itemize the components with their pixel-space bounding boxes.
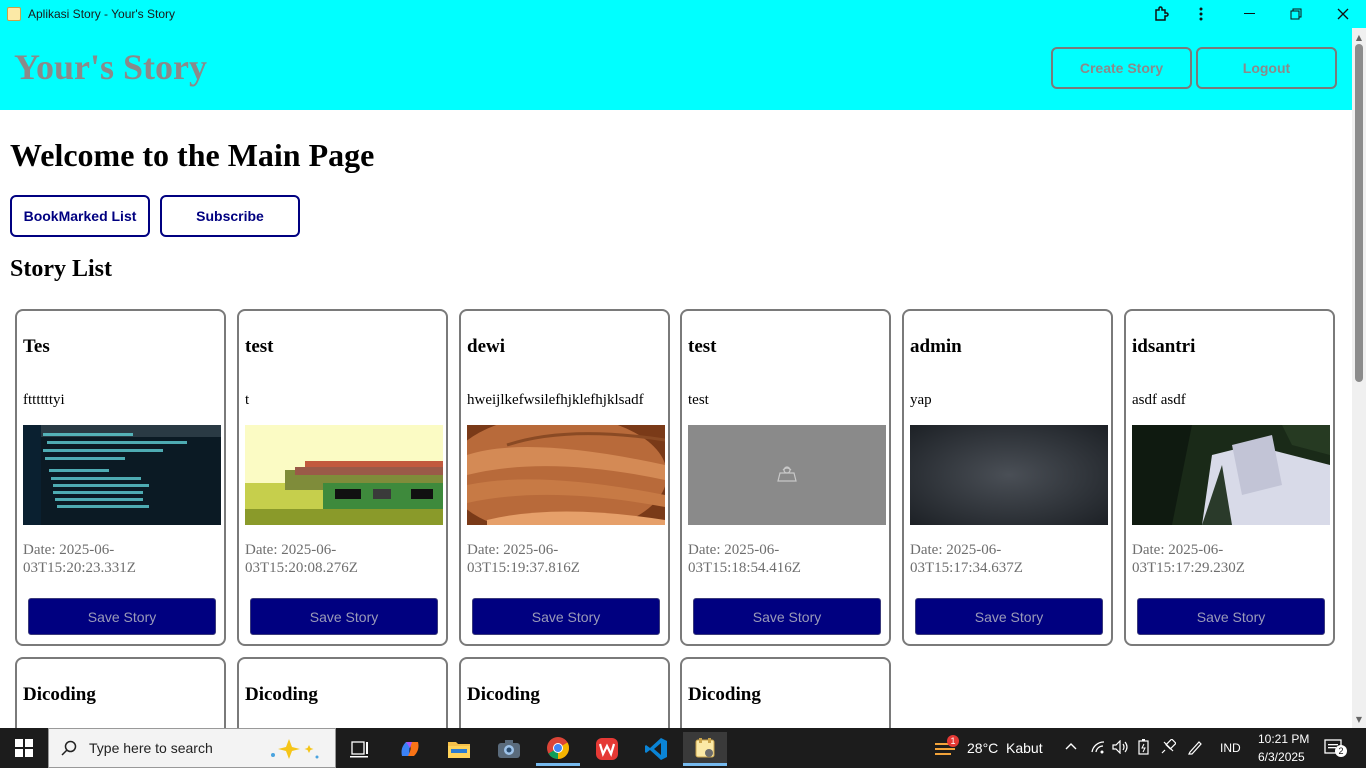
wps-office-icon[interactable] xyxy=(585,732,629,766)
story-image xyxy=(688,425,886,525)
scroll-down-icon[interactable]: ▼ xyxy=(1352,712,1366,726)
story-description: t xyxy=(245,392,250,408)
task-view-icon[interactable] xyxy=(338,732,382,766)
story-card: test test Date: 2025-06-03T15:18:54.416Z… xyxy=(680,309,891,646)
story-name: test xyxy=(688,336,717,357)
close-icon[interactable] xyxy=(1320,0,1366,28)
app-icon xyxy=(7,7,21,21)
minimize-icon[interactable] xyxy=(1227,0,1273,28)
story-name: dewi xyxy=(467,336,505,357)
windows-start-icon[interactable] xyxy=(0,728,48,768)
weather-temp: 28°C xyxy=(967,740,999,756)
story-card: admin yap Date: 2025-06-03T15:17:34.637Z… xyxy=(902,309,1113,646)
save-story-button[interactable]: Save Story xyxy=(915,598,1103,635)
chevron-up-icon[interactable] xyxy=(1064,740,1078,759)
story-date: Date: 2025-06-03T15:20:23.331Z xyxy=(23,542,136,576)
story-name: Dicoding xyxy=(23,684,96,705)
story-image xyxy=(245,425,443,525)
scroll-up-icon[interactable]: ▲ xyxy=(1352,30,1366,44)
wifi-icon[interactable] xyxy=(1090,740,1106,759)
story-date: Date: 2025-06-03T15:19:37.816Z xyxy=(467,542,580,576)
story-name: Dicoding xyxy=(245,684,318,705)
story-image xyxy=(910,425,1108,525)
battery-icon[interactable] xyxy=(1137,739,1151,760)
story-date: Date: 2025-06-03T15:17:29.230Z xyxy=(1132,542,1245,576)
notification-count: 2 xyxy=(1335,745,1347,757)
create-story-button[interactable]: Create Story xyxy=(1051,47,1192,89)
story-image xyxy=(1132,425,1330,525)
scroll-thumb[interactable] xyxy=(1355,44,1363,382)
copilot-icon[interactable] xyxy=(388,732,432,766)
speaker-icon[interactable] xyxy=(1112,739,1130,759)
story-card: Dicoding xyxy=(15,657,226,737)
clock-time[interactable]: 10:21 PM xyxy=(1258,732,1309,746)
story-name: test xyxy=(245,336,274,357)
story-name: Tes xyxy=(23,336,50,357)
story-description: yap xyxy=(910,392,932,408)
story-name: admin xyxy=(910,336,962,357)
story-card: idsantri asdf asdf Date: 2025-06-03T15:1… xyxy=(1124,309,1335,646)
story-description: hweijlkefwsilefhjklefhjklsadf xyxy=(467,392,644,408)
save-story-button[interactable]: Save Story xyxy=(1137,598,1325,635)
story-date: Date: 2025-06-03T15:18:54.416Z xyxy=(688,542,801,576)
search-icon xyxy=(61,740,77,756)
story-card: test t Date: 2025-06-03T15:20:08.276Z Sa… xyxy=(237,309,448,646)
bookmarked-list-button[interactable]: BookMarked List xyxy=(10,195,150,237)
app-header: Your's Story Create Story Logout xyxy=(0,28,1352,110)
weather-desc: Kabut xyxy=(1006,740,1043,756)
story-app-taskbar-icon[interactable] xyxy=(683,732,727,766)
save-story-button[interactable]: Save Story xyxy=(472,598,660,635)
search-placeholder: Type here to search xyxy=(89,740,213,756)
camera-icon[interactable] xyxy=(487,732,531,766)
vscode-icon[interactable] xyxy=(634,732,678,766)
logout-button[interactable]: Logout xyxy=(1196,47,1337,89)
story-list-title: Story List xyxy=(10,256,112,282)
story-date: Date: 2025-06-03T15:17:34.637Z xyxy=(910,542,1023,576)
window-titlebar: Aplikasi Story - Your's Story xyxy=(0,0,1366,28)
notification-icon[interactable]: 2 xyxy=(1324,739,1347,762)
weather-badge: 1 xyxy=(947,735,959,747)
taskbar: Type here to search 1 28°C Kabut IND 10:… xyxy=(0,728,1366,768)
story-card: Dicoding xyxy=(680,657,891,737)
save-story-button[interactable]: Save Story xyxy=(28,598,216,635)
search-highlight-icon xyxy=(271,739,319,759)
more-options-icon[interactable] xyxy=(1178,0,1224,28)
taskbar-search-input[interactable]: Type here to search xyxy=(48,728,336,768)
story-name: Dicoding xyxy=(467,684,540,705)
window-title: Aplikasi Story - Your's Story xyxy=(28,7,176,21)
language-indicator[interactable]: IND xyxy=(1220,741,1241,755)
page-title: Welcome to the Main Page xyxy=(10,137,375,173)
subscribe-button[interactable]: Subscribe xyxy=(160,195,300,237)
network-plug-icon[interactable] xyxy=(1160,738,1177,760)
story-card: Tes fttttttyi Date: 2025-06-03T15:20:23.… xyxy=(15,309,226,646)
story-name: idsantri xyxy=(1132,336,1196,357)
story-card: Dicoding xyxy=(459,657,670,737)
restore-icon[interactable] xyxy=(1273,0,1319,28)
story-description: test xyxy=(688,392,709,408)
clock-date[interactable]: 6/3/2025 xyxy=(1258,750,1305,764)
page-scrollbar[interactable]: ▲ ▼ xyxy=(1352,28,1366,728)
story-name: Dicoding xyxy=(688,684,761,705)
story-description: asdf asdf xyxy=(1132,392,1186,408)
chrome-icon[interactable] xyxy=(536,732,580,766)
story-card: Dicoding xyxy=(237,657,448,737)
story-image xyxy=(467,425,665,525)
save-story-button[interactable]: Save Story xyxy=(693,598,881,635)
pen-icon[interactable] xyxy=(1187,739,1203,760)
story-date: Date: 2025-06-03T15:20:08.276Z xyxy=(245,542,358,576)
story-image xyxy=(23,425,221,525)
file-explorer-icon[interactable] xyxy=(437,732,481,766)
brand-logo[interactable]: Your's Story xyxy=(14,46,207,88)
story-card: dewi hweijlkefwsilefhjklefhjklsadf Date:… xyxy=(459,309,670,646)
save-story-button[interactable]: Save Story xyxy=(250,598,438,635)
weather-icon[interactable]: 1 xyxy=(933,735,959,759)
story-description: fttttttyi xyxy=(23,392,65,408)
